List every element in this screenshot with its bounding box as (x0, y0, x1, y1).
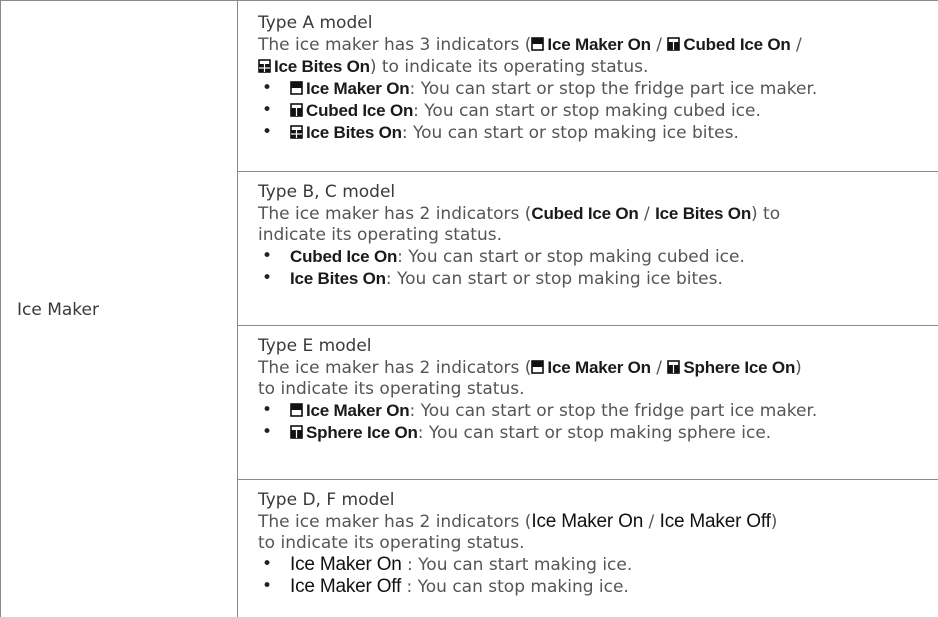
list-item: • Ice Maker On: You can start or stop the… (258, 400, 930, 422)
section-type-d-f: Type D, F model The ice maker has 2 indi… (258, 489, 930, 598)
ice-maker-icon (290, 81, 303, 95)
section-type-a: Type A model The ice maker has 3 indicat… (258, 12, 930, 144)
section-description: The ice maker has 3 indicators ( Ice Make… (258, 34, 930, 78)
indicator-label: Ice Bites On (306, 123, 402, 142)
description-text: The ice maker has 2 indicators ( (258, 358, 532, 378)
indicator-label: Cubed Ice On (290, 247, 398, 266)
list-item: • Cubed Ice On: You can start or stop mak… (258, 246, 930, 268)
bullet-text: : You can start or stop making ice bites… (401, 123, 739, 143)
list-item: • Ice Maker On: You can start or stop the… (258, 78, 930, 100)
separator: / (650, 358, 668, 378)
indicator-label: Ice Maker On (547, 35, 651, 54)
row-divider-a-b (237, 171, 938, 172)
description-text: The ice maker has 2 indicators ( (258, 512, 532, 532)
ice-maker-icon (531, 37, 545, 51)
row-divider-e-df (237, 479, 938, 480)
indicator-label: Ice Maker On (306, 401, 410, 420)
bullet-dot-icon: • (262, 100, 273, 120)
row-label: Ice Maker (17, 300, 99, 320)
section-title: Type E model (258, 336, 372, 356)
separator: / (638, 204, 656, 224)
bullet-text: : You can start or stop the fridge part … (409, 79, 818, 99)
indicator-label: Ice Bites On (290, 269, 386, 288)
indicator-label: Sphere Ice On (306, 423, 418, 442)
section-title: Type A model (258, 13, 373, 33)
list-item: • Ice Bites On: You can start or stop mak… (258, 268, 930, 290)
separator: / (643, 512, 660, 532)
sphere-ice-icon (667, 360, 681, 374)
description-text: ) to (751, 204, 781, 224)
cubed-ice-icon (667, 37, 681, 51)
ice-bites-icon (290, 125, 303, 139)
list-item: • Sphere Ice On: You can start or stop ma… (258, 422, 930, 444)
bullet-dot-icon: • (262, 422, 273, 442)
section-description: The ice maker has 2 indicators (Ice Make… (258, 511, 930, 554)
bullet-dot-icon: • (262, 78, 273, 98)
list-item: • Ice Bites On: You can start or stop mak… (258, 122, 930, 144)
bullet-dot-icon: • (262, 246, 273, 266)
cubed-ice-icon (290, 103, 303, 117)
bullet-text: : You can start or stop the fridge part … (409, 401, 818, 421)
sphere-ice-icon (290, 425, 303, 439)
bullet-text: : You can start making ice. (401, 555, 633, 575)
bullet-dot-icon: • (262, 268, 273, 288)
bullet-list: • Ice Maker On: You can start or stop the… (258, 400, 930, 444)
bullet-text: : You can start or stop making sphere ic… (417, 423, 772, 443)
ice-bites-icon (258, 59, 271, 73)
section-title: Type D, F model (258, 490, 395, 510)
indicator-label: Cubed Ice On (306, 101, 414, 120)
description-text: ) (795, 358, 802, 378)
section-type-e: Type E model The ice maker has 2 indicat… (258, 335, 930, 444)
bullet-text: : You can start or stop making cubed ice… (397, 247, 745, 267)
bullet-list: • Ice Maker On: You can start or stop the… (258, 78, 930, 144)
row-divider-b-e (237, 325, 938, 326)
bullet-dot-icon: • (262, 122, 273, 142)
indicator-label: Ice Bites On (274, 57, 370, 76)
indicator-label: Cubed Ice On (531, 204, 639, 223)
ice-maker-icon (290, 403, 303, 417)
indicator-label: Ice Maker On (290, 554, 402, 575)
indicator-label: Ice Maker On (547, 358, 651, 377)
indicator-label: Ice Maker On (306, 79, 410, 98)
ice-maker-icon (531, 360, 545, 374)
column-divider (237, 0, 238, 617)
list-item: • Ice Maker On : You can start making ice… (258, 554, 930, 576)
description-text: to indicate its operating status. (258, 533, 525, 553)
indicator-label: Ice Maker Off (290, 576, 402, 597)
indicator-label: Ice Bites On (655, 204, 751, 223)
indicator-label: Sphere Ice On (683, 358, 796, 377)
section-description: The ice maker has 2 indicators (Cubed Ic… (258, 203, 930, 246)
bullet-dot-icon: • (262, 400, 273, 420)
section-type-b-c: Type B, C model The ice maker has 2 indi… (258, 181, 930, 290)
section-description: The ice maker has 2 indicators ( Ice Make… (258, 357, 930, 400)
description-text: ) (770, 512, 778, 532)
indicator-label: Ice Maker On (531, 511, 644, 532)
bullet-text: : You can stop making ice. (401, 577, 629, 597)
table-left-border (0, 0, 1, 617)
description-text: The ice maker has 3 indicators ( (258, 35, 532, 55)
separator: / (790, 35, 802, 55)
separator: / (650, 35, 668, 55)
bullet-list: • Cubed Ice On: You can start or stop mak… (258, 246, 930, 290)
bullet-dot-icon: • (262, 554, 273, 574)
bullet-text: : You can start or stop making cubed ice… (413, 101, 761, 121)
manual-table: Ice Maker Type A model The ice maker has… (0, 0, 938, 617)
list-item: • Ice Maker Off : You can stop making ice… (258, 576, 930, 598)
table-top-border (0, 0, 938, 1)
indicator-label: Ice Maker Off (659, 511, 771, 532)
bullet-text: : You can start or stop making ice bites… (385, 269, 723, 289)
indicator-label: Cubed Ice On (683, 35, 791, 54)
description-text: The ice maker has 2 indicators ( (258, 204, 532, 224)
description-text: indicate its operating status. (258, 225, 503, 245)
list-item: • Cubed Ice On: You can start or stop mak… (258, 100, 930, 122)
section-title: Type B, C model (258, 182, 396, 202)
description-text: ) to indicate its operating status. (369, 57, 649, 77)
bullet-list: • Ice Maker On : You can start making ice… (258, 554, 930, 598)
bullet-dot-icon: • (262, 576, 273, 596)
description-text: to indicate its operating status. (258, 379, 525, 399)
